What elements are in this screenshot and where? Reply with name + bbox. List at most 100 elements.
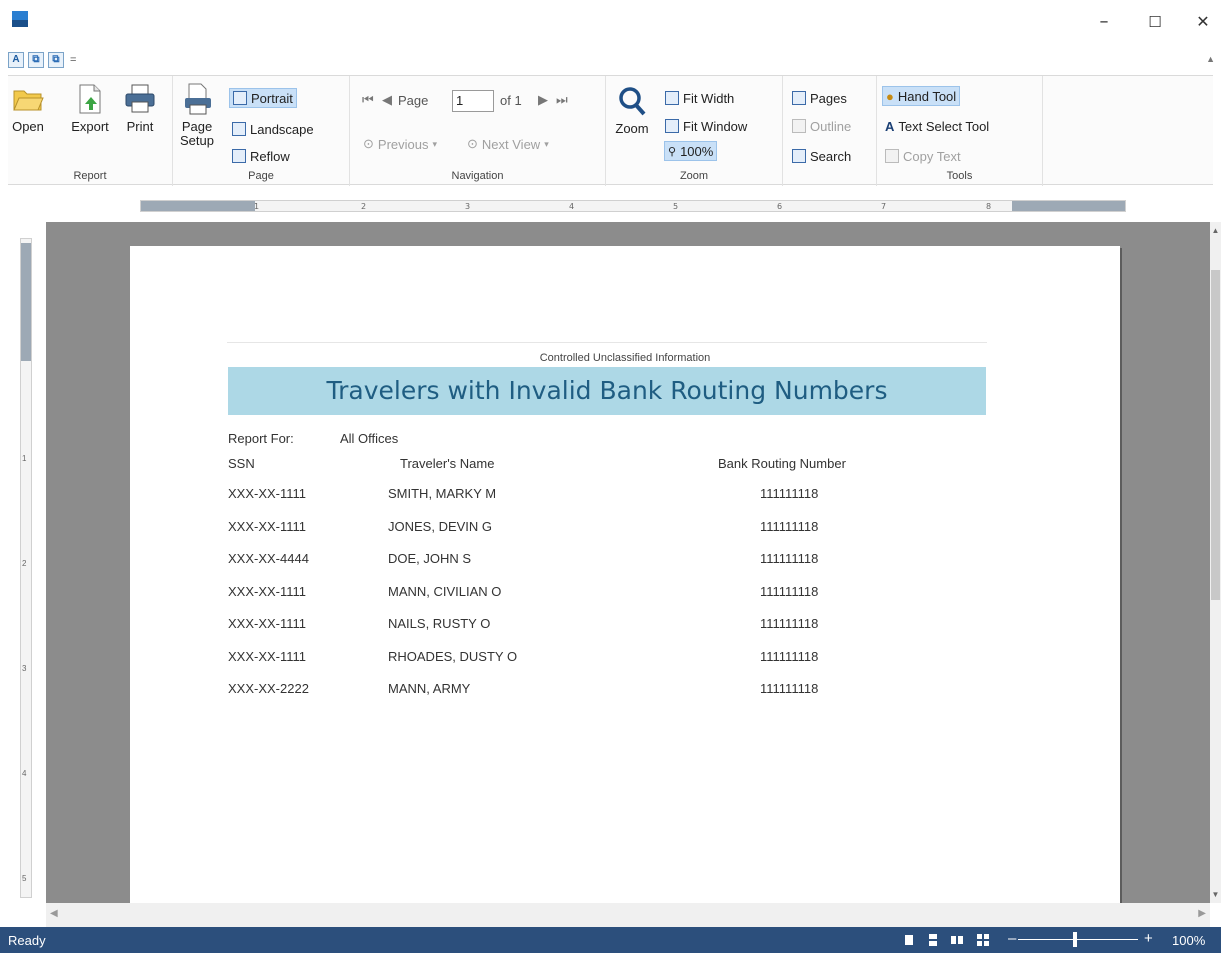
fit-window-button[interactable]: Fit Window bbox=[662, 116, 750, 136]
zoom-in-button[interactable]: + bbox=[1144, 930, 1153, 947]
group-report-label: Report bbox=[73, 170, 107, 182]
zoom-out-button[interactable]: – bbox=[1008, 930, 1016, 947]
outline-button[interactable]: Outline bbox=[789, 116, 854, 136]
single-page-view-icon[interactable] bbox=[902, 933, 916, 947]
minimize-button[interactable]: – bbox=[1081, 8, 1127, 36]
pages-button[interactable]: Pages bbox=[789, 88, 850, 108]
scroll-left-icon[interactable]: ◀ bbox=[50, 908, 58, 919]
prev-page-icon[interactable]: ◀ bbox=[382, 92, 392, 108]
landscape-label: Landscape bbox=[250, 121, 314, 137]
cell-routing: 111111118 bbox=[760, 616, 819, 631]
table-row: XXX-XX-1111 JONES, DEVIN G 111111118 bbox=[130, 519, 1120, 552]
copy-icon bbox=[885, 149, 899, 163]
magnifier-icon bbox=[615, 84, 649, 118]
table-row: XXX-XX-1111 NAILS, RUSTY O 111111118 bbox=[130, 616, 1120, 649]
qat-preview-icon[interactable]: ⧉ bbox=[28, 52, 44, 68]
next-view-label: Next View bbox=[481, 136, 541, 152]
back-arrow-icon: ⊙ bbox=[363, 136, 374, 151]
portrait-button[interactable]: Portrait bbox=[229, 88, 297, 108]
table-row: XXX-XX-1111 RHOADES, DUSTY O 111111118 bbox=[130, 649, 1120, 682]
ruler-tick: 6 bbox=[777, 202, 783, 211]
zoom-slider[interactable] bbox=[1018, 939, 1138, 940]
horizontal-scrollbar[interactable]: ◀ ▶ bbox=[46, 903, 1210, 927]
previous-view-button[interactable]: ⊙ Previous ▾ bbox=[360, 134, 440, 154]
search-button[interactable]: Search bbox=[789, 146, 854, 166]
column-header-name: Traveler's Name bbox=[400, 456, 495, 471]
scroll-right-icon[interactable]: ▶ bbox=[1198, 908, 1206, 919]
cell-ssn: XXX-XX-1111 bbox=[228, 583, 307, 599]
ruler-tick: 5 bbox=[673, 202, 679, 211]
pages-label: Pages bbox=[810, 90, 847, 106]
document-viewer[interactable]: Controlled Unclassified Information Trav… bbox=[46, 222, 1210, 903]
fit-width-label: Fit Width bbox=[683, 90, 735, 106]
print-button[interactable]: Print bbox=[120, 82, 160, 134]
search-icon bbox=[792, 149, 806, 163]
open-button[interactable]: Open bbox=[10, 82, 46, 134]
text-select-icon: A bbox=[885, 118, 895, 134]
maximize-button[interactable]: ☐ bbox=[1132, 8, 1178, 36]
vertical-scroll-thumb[interactable] bbox=[1211, 270, 1220, 600]
ruler-tick: 3 bbox=[465, 202, 471, 211]
next-view-button[interactable]: ⊙ Next View ▾ bbox=[464, 134, 552, 154]
group-tools-label: Tools bbox=[946, 170, 973, 182]
qat-preview2-icon[interactable]: ⧉ bbox=[48, 52, 64, 68]
open-label: Open bbox=[12, 119, 44, 134]
page-setup-button[interactable]: Page Setup bbox=[177, 82, 217, 148]
report-for-label: Report For: bbox=[228, 431, 294, 446]
qat-customize-button[interactable]: = bbox=[70, 54, 76, 66]
first-page-icon[interactable]: ⏮ bbox=[362, 92, 374, 108]
last-page-icon[interactable]: ⏭ bbox=[556, 92, 568, 108]
table-row: XXX-XX-1111 SMITH, MARKY M 111111118 bbox=[130, 486, 1120, 519]
fit-width-icon bbox=[665, 91, 679, 105]
zoom-button[interactable]: Zoom bbox=[610, 84, 654, 136]
hand-icon: ● bbox=[886, 88, 894, 104]
horizontal-ruler: 1 2 3 4 5 6 7 8 bbox=[140, 200, 1126, 212]
outline-label: Outline bbox=[810, 118, 852, 134]
reflow-button[interactable]: Reflow bbox=[229, 146, 293, 166]
ruler-tick: 8 bbox=[986, 202, 992, 211]
quick-access-toolbar: A ⧉ ⧉ = bbox=[8, 50, 76, 70]
facing-continuous-view-icon[interactable] bbox=[976, 933, 990, 947]
qat-text-icon[interactable]: A bbox=[8, 52, 24, 68]
scroll-up-icon[interactable]: ▲ bbox=[1210, 226, 1221, 235]
cell-ssn: XXX-XX-4444 bbox=[228, 551, 309, 566]
close-button[interactable]: ✕ bbox=[1180, 8, 1221, 36]
vertical-scrollbar[interactable]: ▲ ▼ bbox=[1210, 222, 1221, 903]
ruler-tick: 1 bbox=[22, 454, 27, 463]
hand-tool-button[interactable]: ● Hand Tool bbox=[882, 86, 961, 106]
vertical-ruler: 1 2 3 4 5 bbox=[20, 238, 32, 898]
cell-routing: 111111118 bbox=[760, 583, 819, 599]
column-header-routing: Bank Routing Number bbox=[718, 456, 846, 471]
table-row: XXX-XX-2222 MANN, ARMY 111111118 bbox=[130, 681, 1120, 714]
cell-name: DOE, JOHN S bbox=[388, 551, 472, 566]
portrait-icon bbox=[233, 91, 247, 105]
facing-view-icon[interactable] bbox=[950, 933, 964, 947]
ruler-tick: 3 bbox=[22, 664, 27, 673]
horizontal-ruler-area: 1 2 3 4 5 6 7 8 bbox=[8, 186, 1213, 222]
cell-ssn: XXX-XX-1111 bbox=[228, 486, 307, 501]
previous-label: Previous bbox=[377, 136, 429, 152]
text-select-tool-button[interactable]: A Text Select Tool bbox=[882, 116, 992, 136]
fit-width-button[interactable]: Fit Width bbox=[662, 88, 737, 108]
ruler-right-margin bbox=[1012, 201, 1125, 211]
landscape-button[interactable]: Landscape bbox=[229, 119, 317, 139]
cell-name: NAILS, RUSTY O bbox=[388, 616, 491, 631]
copy-text-button[interactable]: Copy Text bbox=[882, 146, 964, 166]
reflow-label: Reflow bbox=[250, 148, 290, 164]
group-page: Page Setup Portrait Landscape Reflow Pag… bbox=[173, 76, 350, 186]
column-header-ssn: SSN bbox=[228, 456, 255, 471]
zoom-100-button[interactable]: ⚲ 100% bbox=[664, 141, 718, 161]
pages-icon bbox=[792, 91, 806, 105]
app-icon bbox=[12, 11, 28, 27]
continuous-view-icon[interactable] bbox=[926, 933, 940, 947]
folder-open-icon bbox=[11, 82, 45, 116]
scroll-down-icon[interactable]: ▼ bbox=[1210, 890, 1221, 899]
page-number-input[interactable]: 1 bbox=[452, 90, 494, 112]
export-button[interactable]: Export bbox=[64, 82, 116, 134]
export-icon bbox=[73, 82, 107, 116]
copy-text-label: Copy Text bbox=[903, 148, 961, 164]
ribbon-collapse-icon[interactable]: ▲ bbox=[1206, 54, 1215, 64]
zoom-slider-thumb[interactable] bbox=[1073, 932, 1077, 947]
next-page-icon[interactable]: ▶ bbox=[538, 92, 548, 108]
classification-banner: Controlled Unclassified Information bbox=[539, 352, 711, 364]
